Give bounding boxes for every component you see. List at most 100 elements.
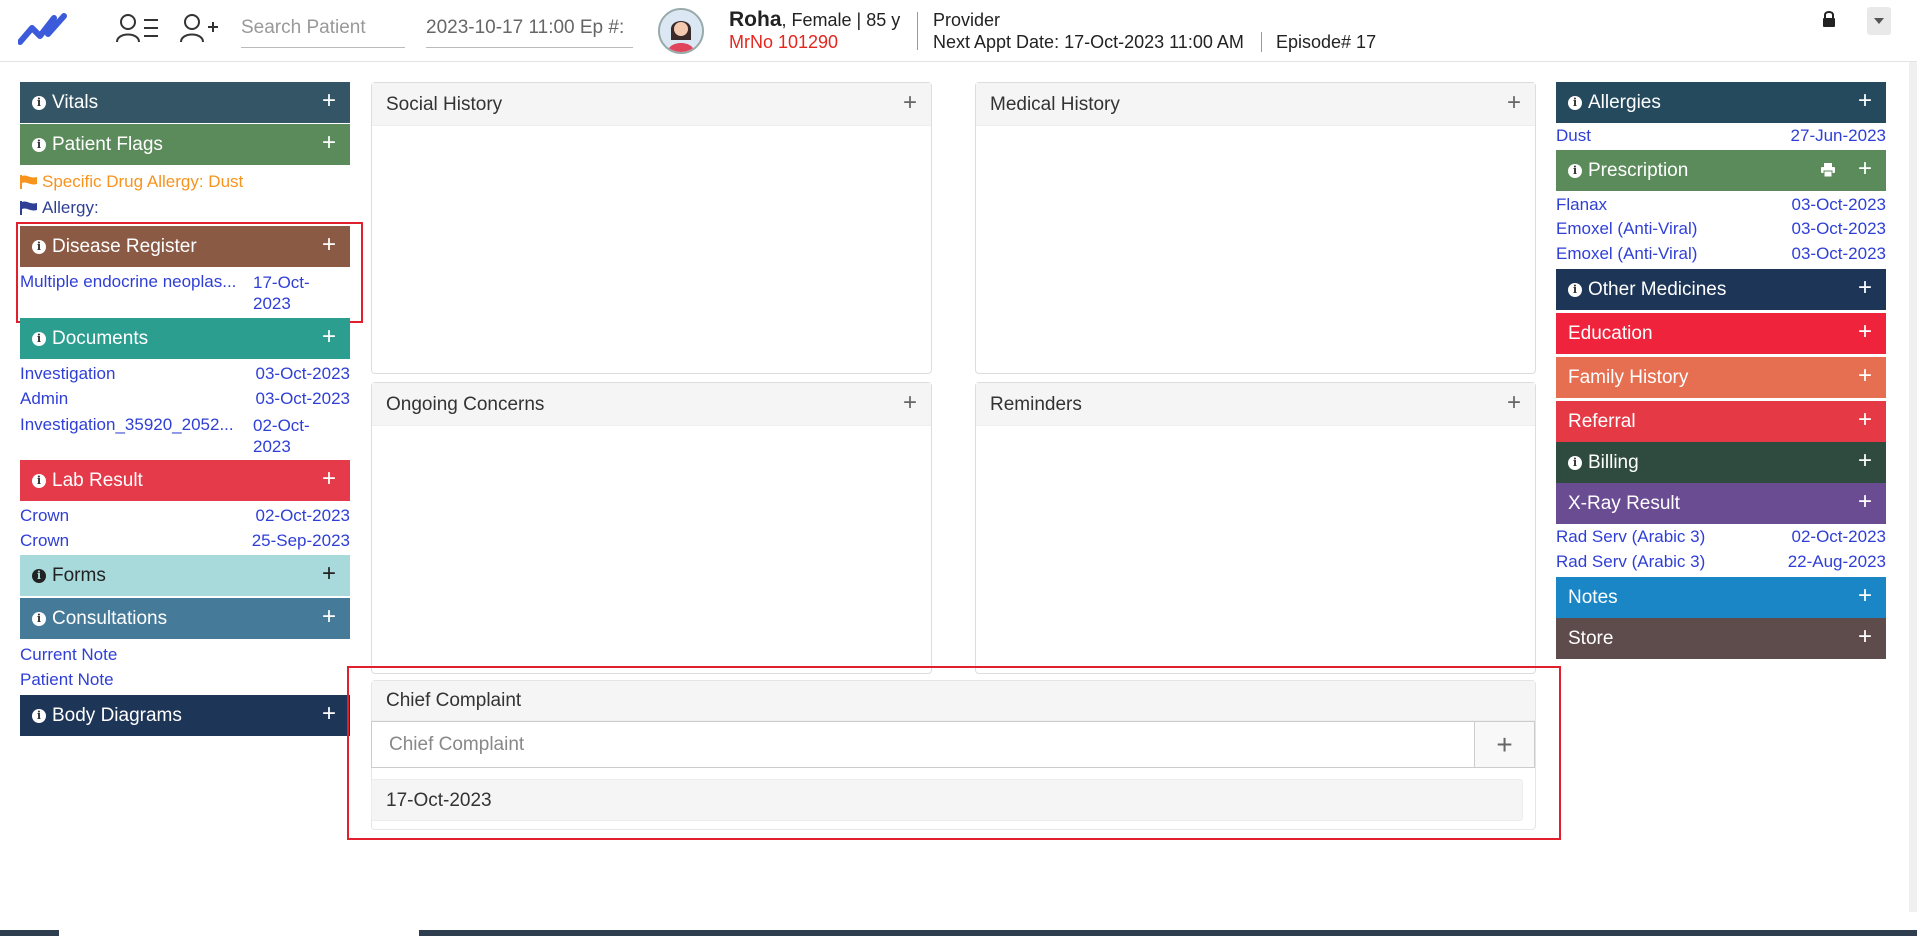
plus-icon[interactable]: + bbox=[322, 318, 336, 356]
document-item-name[interactable]: Admin bbox=[20, 389, 68, 409]
consult-item[interactable]: Patient Note bbox=[20, 670, 114, 690]
flag-icon bbox=[20, 201, 37, 215]
plus-icon[interactable]: + bbox=[1858, 401, 1872, 439]
prescription-item-name[interactable]: Emoxel (Anti-Viral) bbox=[1556, 244, 1697, 264]
panel-prescription[interactable]: i Prescription + bbox=[1556, 150, 1886, 191]
plus-icon[interactable]: + bbox=[322, 460, 336, 498]
card-ongoing-concerns: Ongoing Concerns + bbox=[371, 382, 932, 674]
info-icon[interactable]: i bbox=[32, 138, 46, 152]
panel-vitals[interactable]: i Vitals + bbox=[20, 82, 350, 123]
avatar[interactable] bbox=[658, 8, 704, 54]
info-icon[interactable]: i bbox=[1568, 456, 1582, 470]
plus-icon[interactable]: + bbox=[1858, 150, 1872, 188]
plus-icon[interactable]: + bbox=[322, 695, 336, 733]
scrollbar-thumb[interactable] bbox=[59, 930, 419, 936]
patient-list-icon[interactable] bbox=[114, 10, 162, 48]
plus-icon[interactable]: + bbox=[322, 598, 336, 636]
panel-family-history[interactable]: Family History + bbox=[1556, 357, 1886, 398]
plus-icon[interactable]: + bbox=[903, 383, 917, 423]
allergy-item-date: 27-Jun-2023 bbox=[1790, 126, 1886, 145]
document-item-date: 03-Oct-2023 bbox=[255, 364, 351, 383]
patient-avatar-icon bbox=[660, 10, 702, 52]
panel-billing[interactable]: i Billing + bbox=[1556, 442, 1886, 483]
xray-item-name[interactable]: Rad Serv (Arabic 3) bbox=[1556, 552, 1705, 572]
disease-item-name[interactable]: Multiple endocrine neoplas... bbox=[20, 272, 236, 292]
lock-icon[interactable] bbox=[1821, 10, 1837, 28]
xray-item-name[interactable]: Rad Serv (Arabic 3) bbox=[1556, 527, 1705, 547]
panel-patient-flags-title: Patient Flags bbox=[52, 134, 163, 155]
app-logo-icon[interactable] bbox=[18, 8, 68, 48]
panel-body-diagrams[interactable]: i Body Diagrams + bbox=[20, 695, 350, 736]
info-icon[interactable]: i bbox=[32, 240, 46, 254]
plus-icon[interactable]: + bbox=[1858, 313, 1872, 351]
panel-referral[interactable]: Referral + bbox=[1556, 401, 1886, 442]
card-title: Social History bbox=[386, 94, 503, 115]
panel-documents[interactable]: i Documents + bbox=[20, 318, 350, 359]
panel-lab-result[interactable]: i Lab Result + bbox=[20, 460, 350, 501]
prescription-item-date: 03-Oct-2023 bbox=[1791, 244, 1887, 263]
search-patient-input[interactable] bbox=[241, 8, 405, 48]
info-icon[interactable]: i bbox=[32, 96, 46, 110]
plus-icon[interactable]: + bbox=[903, 83, 917, 123]
plus-icon[interactable]: + bbox=[1858, 442, 1872, 480]
panel-disease-register[interactable]: i Disease Register + bbox=[20, 226, 350, 267]
panel-store[interactable]: Store + bbox=[1556, 618, 1886, 659]
panel-disease-register-title: Disease Register bbox=[52, 236, 197, 257]
info-icon[interactable]: i bbox=[1568, 283, 1582, 297]
panel-forms[interactable]: i Forms + bbox=[20, 555, 350, 596]
info-icon[interactable]: i bbox=[32, 709, 46, 723]
plus-icon[interactable]: + bbox=[322, 82, 336, 120]
plus-icon[interactable]: + bbox=[1507, 83, 1521, 123]
add-complaint-button[interactable]: + bbox=[1474, 721, 1535, 768]
prescription-item-name[interactable]: Emoxel (Anti-Viral) bbox=[1556, 219, 1697, 239]
info-icon[interactable]: i bbox=[1568, 96, 1582, 110]
complaint-entry[interactable]: 17-Oct-2023 bbox=[371, 779, 1523, 821]
chief-complaint-input[interactable] bbox=[371, 721, 1474, 768]
horizontal-scrollbar[interactable] bbox=[0, 930, 1917, 936]
panel-body-diagrams-title: Body Diagrams bbox=[52, 705, 182, 726]
episode-date-field[interactable] bbox=[426, 8, 633, 48]
info-icon[interactable]: i bbox=[32, 569, 46, 583]
panel-notes-title: Notes bbox=[1568, 587, 1618, 608]
plus-icon[interactable]: + bbox=[1858, 577, 1872, 615]
print-icon[interactable] bbox=[1820, 163, 1836, 177]
plus-icon[interactable]: + bbox=[1858, 269, 1872, 307]
panel-patient-flags[interactable]: i Patient Flags + bbox=[20, 124, 350, 165]
plus-icon[interactable]: + bbox=[322, 124, 336, 162]
card-title: Ongoing Concerns bbox=[386, 394, 545, 415]
document-item-name[interactable]: Investigation bbox=[20, 364, 115, 384]
patient-name: Roha bbox=[729, 8, 782, 31]
info-icon[interactable]: i bbox=[32, 612, 46, 626]
panel-store-title: Store bbox=[1568, 628, 1614, 649]
plus-icon[interactable]: + bbox=[1858, 483, 1872, 521]
allergy-item-name[interactable]: Dust bbox=[1556, 126, 1591, 146]
plus-icon[interactable]: + bbox=[1858, 82, 1872, 120]
lab-item-name[interactable]: Crown bbox=[20, 506, 69, 526]
add-patient-icon[interactable] bbox=[176, 10, 224, 48]
info-icon[interactable]: i bbox=[1568, 164, 1582, 178]
vertical-scrollbar[interactable] bbox=[1909, 62, 1917, 912]
plus-icon[interactable]: + bbox=[1858, 618, 1872, 656]
panel-allergies[interactable]: i Allergies + bbox=[1556, 82, 1886, 123]
plus-icon[interactable]: + bbox=[322, 555, 336, 593]
plus-icon[interactable]: + bbox=[1507, 383, 1521, 423]
info-icon[interactable]: i bbox=[32, 474, 46, 488]
prescription-item-name[interactable]: Flanax bbox=[1556, 195, 1607, 215]
card-header: Ongoing Concerns + bbox=[372, 383, 931, 426]
panel-xray-result[interactable]: X-Ray Result + bbox=[1556, 483, 1886, 524]
header-dropdown-button[interactable] bbox=[1867, 7, 1891, 35]
lab-item-name[interactable]: Crown bbox=[20, 531, 69, 551]
plus-icon[interactable]: + bbox=[322, 226, 336, 264]
consult-item[interactable]: Current Note bbox=[20, 645, 117, 665]
panel-education[interactable]: Education + bbox=[1556, 313, 1886, 354]
panel-billing-title: Billing bbox=[1588, 452, 1639, 473]
panel-consultations[interactable]: i Consultations + bbox=[20, 598, 350, 639]
info-icon[interactable]: i bbox=[32, 332, 46, 346]
panel-notes[interactable]: Notes + bbox=[1556, 577, 1886, 618]
document-item-name[interactable]: Investigation_35920_2052... bbox=[20, 415, 234, 435]
next-appt-value: : 17-Oct-2023 11:00 AM bbox=[1054, 32, 1244, 52]
disease-item-date: 17-Oct-2023 bbox=[253, 273, 310, 313]
card-title: Reminders bbox=[990, 394, 1082, 415]
panel-other-medicines[interactable]: i Other Medicines + bbox=[1556, 269, 1886, 310]
plus-icon[interactable]: + bbox=[1858, 357, 1872, 395]
